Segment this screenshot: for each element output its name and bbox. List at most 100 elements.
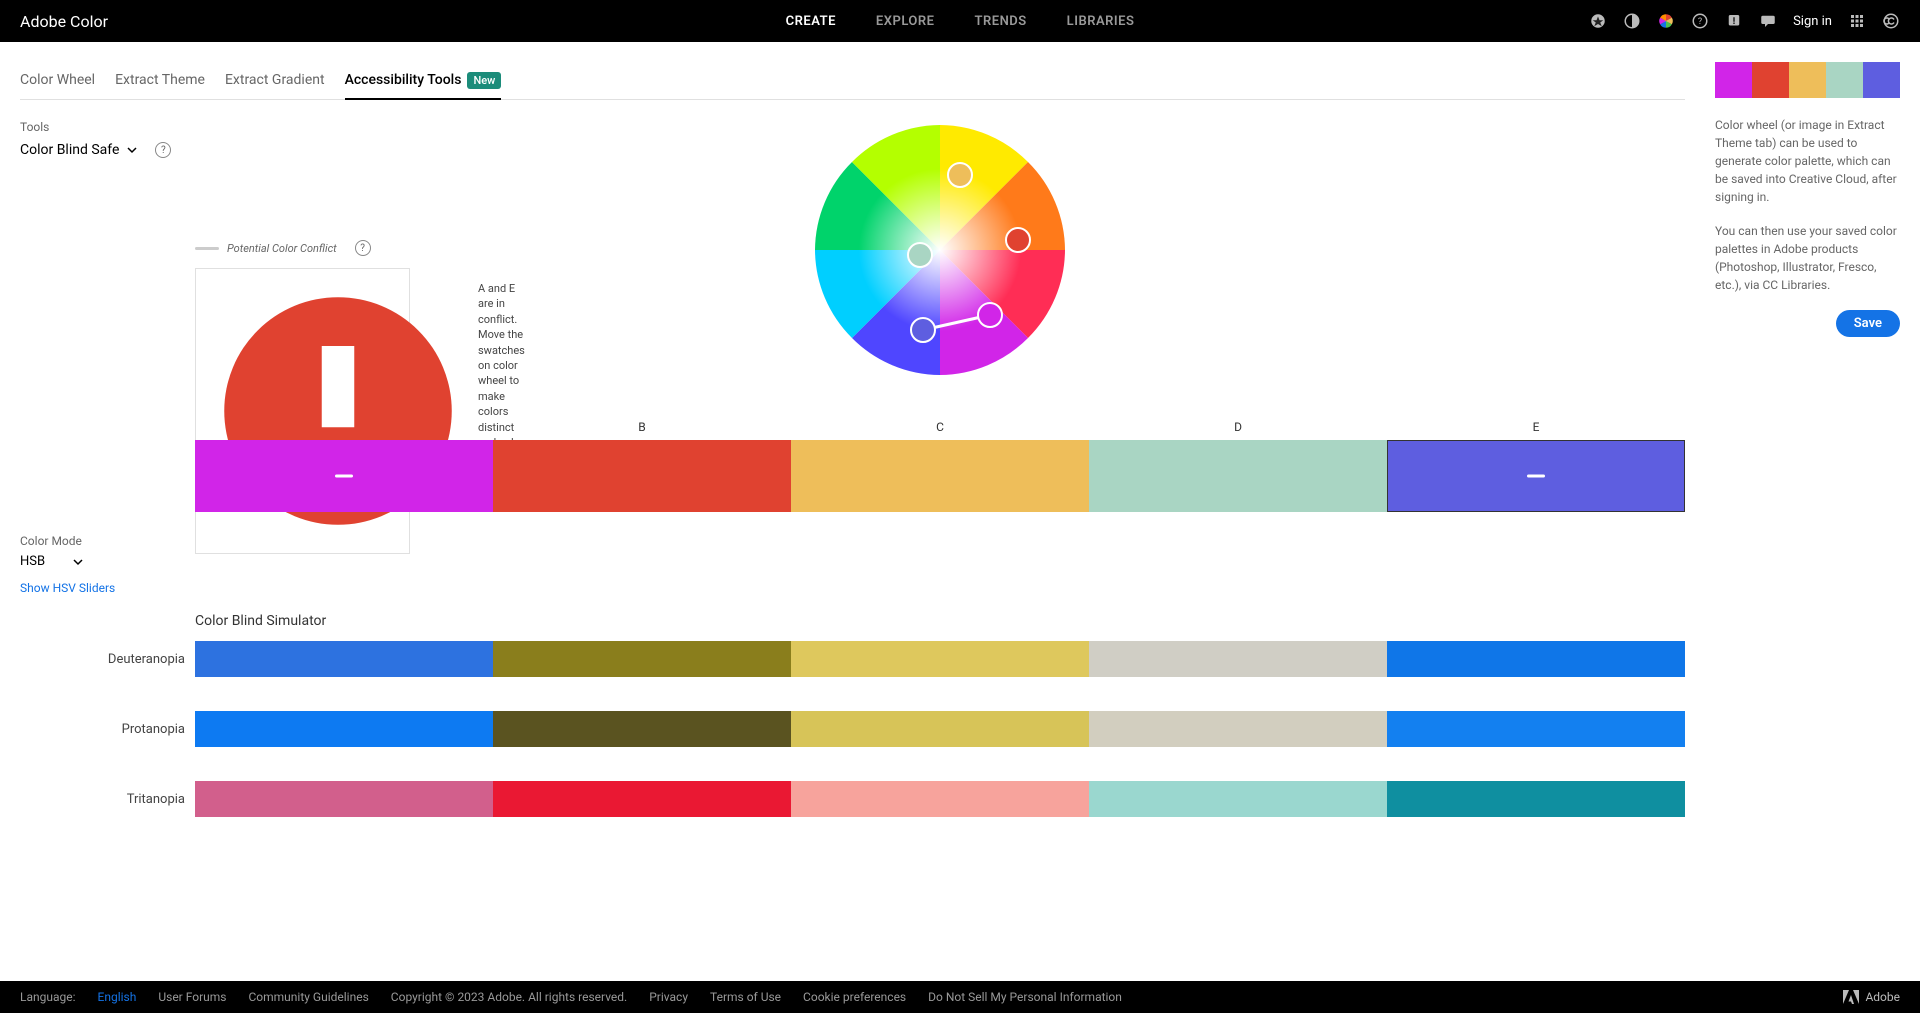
sim-swatch bbox=[1089, 641, 1387, 677]
sim-title: Color Blind Simulator bbox=[195, 613, 1685, 629]
color-wheel-svg[interactable] bbox=[810, 120, 1070, 380]
sim-row-tritanopia: Tritanopia bbox=[20, 781, 1685, 817]
subtab-color-wheel[interactable]: Color Wheel bbox=[20, 62, 95, 100]
mini-swatch bbox=[1863, 62, 1900, 98]
apps-icon[interactable] bbox=[1848, 12, 1866, 30]
subtab-extract-theme[interactable]: Extract Theme bbox=[115, 62, 205, 100]
sim-swatch bbox=[493, 641, 791, 677]
tools-label: Tools bbox=[20, 120, 195, 134]
color-wheel-icon[interactable] bbox=[1657, 12, 1675, 30]
side-text-1: Color wheel (or image in Extract Theme t… bbox=[1715, 116, 1900, 206]
tool-selected: Color Blind Safe bbox=[20, 142, 119, 158]
label-e: E bbox=[1387, 420, 1685, 434]
tool-dropdown[interactable]: Color Blind Safe ? bbox=[20, 142, 195, 158]
topbar-right: ? Sign in bbox=[1589, 12, 1900, 30]
chat-icon[interactable] bbox=[1759, 12, 1777, 30]
swatch-b[interactable] bbox=[493, 440, 791, 512]
sidebar: Color wheel (or image in Extract Theme t… bbox=[1715, 62, 1900, 981]
side-text-2: You can then use your saved color palett… bbox=[1715, 222, 1900, 294]
label-c: C bbox=[791, 420, 1089, 434]
tool-help-icon[interactable]: ? bbox=[155, 142, 171, 158]
nav-trends[interactable]: TRENDS bbox=[974, 14, 1026, 29]
main: Color Wheel Extract Theme Extract Gradie… bbox=[20, 62, 1685, 981]
sim-swatch bbox=[791, 711, 1089, 747]
signin-link[interactable]: Sign in bbox=[1793, 14, 1832, 29]
alert-icon[interactable] bbox=[1725, 12, 1743, 30]
svg-text:?: ? bbox=[1698, 17, 1702, 27]
brand: Adobe Color bbox=[20, 12, 108, 31]
mini-swatch bbox=[1826, 62, 1863, 98]
swatch-a[interactable] bbox=[195, 440, 493, 512]
nav-libraries[interactable]: LIBRARIES bbox=[1067, 14, 1135, 29]
star-icon[interactable] bbox=[1589, 12, 1607, 30]
label-b: B bbox=[493, 420, 791, 434]
sim-label: Deuteranopia bbox=[20, 652, 195, 667]
lang-link[interactable]: English bbox=[98, 990, 137, 1004]
footer-user-forums[interactable]: User Forums bbox=[158, 990, 226, 1004]
sim-swatch bbox=[493, 711, 791, 747]
save-button[interactable]: Save bbox=[1836, 310, 1900, 337]
conflict-dash-icon bbox=[1527, 475, 1545, 478]
sim-swatch bbox=[1089, 781, 1387, 817]
show-sliders-link[interactable]: Show HSV Sliders bbox=[20, 581, 195, 595]
content: Color Wheel Extract Theme Extract Gradie… bbox=[0, 42, 1920, 981]
sim-row-protanopia: Protanopia bbox=[20, 711, 1685, 747]
legend-help-icon[interactable]: ? bbox=[355, 240, 371, 256]
sim-label: Tritanopia bbox=[20, 792, 195, 807]
help-icon[interactable]: ? bbox=[1691, 12, 1709, 30]
footer-left: Language: English User Forums Community … bbox=[20, 990, 1122, 1004]
swatch-c[interactable] bbox=[791, 440, 1089, 512]
sim-rows: Deuteranopia Protanopia Tritanopia bbox=[20, 641, 1685, 817]
mini-swatch bbox=[1789, 62, 1826, 98]
footer-dns[interactable]: Do Not Sell My Personal Information bbox=[928, 990, 1122, 1004]
top-nav: CREATE EXPLORE TRENDS LIBRARIES bbox=[786, 14, 1135, 29]
main-swatches bbox=[195, 440, 1685, 512]
mini-palette bbox=[1715, 62, 1900, 98]
sim-row-deuteranopia: Deuteranopia bbox=[20, 641, 1685, 677]
wheel-handle-c[interactable] bbox=[948, 163, 972, 187]
mini-swatch bbox=[1752, 62, 1789, 98]
subtab-accessibility-label: Accessibility Tools bbox=[345, 72, 462, 88]
sim-swatch bbox=[1387, 711, 1685, 747]
footer-terms[interactable]: Terms of Use bbox=[710, 990, 781, 1004]
lang-label: Language: bbox=[20, 990, 76, 1004]
color-wheel[interactable]: Potential Color Conflict ? A and E are i… bbox=[195, 120, 1685, 400]
footer-community[interactable]: Community Guidelines bbox=[248, 990, 368, 1004]
legend-dash-icon bbox=[195, 247, 219, 250]
swatch-d[interactable] bbox=[1089, 440, 1387, 512]
wheel-handle-d[interactable] bbox=[908, 243, 932, 267]
sim-swatch bbox=[195, 641, 493, 677]
subtab-extract-gradient[interactable]: Extract Gradient bbox=[225, 62, 325, 100]
conflict-dash-icon bbox=[335, 475, 353, 478]
nav-create[interactable]: CREATE bbox=[786, 14, 836, 29]
subtabs: Color Wheel Extract Theme Extract Gradie… bbox=[20, 62, 1685, 100]
sim-swatch bbox=[791, 781, 1089, 817]
footer-cookies[interactable]: Cookie preferences bbox=[803, 990, 906, 1004]
contrast-icon[interactable] bbox=[1623, 12, 1641, 30]
topbar: Adobe Color CREATE EXPLORE TRENDS LIBRAR… bbox=[0, 0, 1920, 42]
wheel-handle-a[interactable] bbox=[978, 303, 1002, 327]
adobe-label: Adobe bbox=[1865, 990, 1900, 1004]
mode-dropdown[interactable]: HSB bbox=[20, 554, 195, 569]
mode-selected: HSB bbox=[20, 554, 45, 569]
sim-swatch bbox=[1089, 711, 1387, 747]
nav-explore[interactable]: EXPLORE bbox=[876, 14, 935, 29]
footer-copyright: Copyright © 2023 Adobe. All rights reser… bbox=[391, 990, 627, 1004]
sim-swatches bbox=[195, 711, 1685, 747]
adobe-logo-icon bbox=[1843, 990, 1859, 1004]
subtab-accessibility[interactable]: Accessibility Tools New bbox=[345, 62, 502, 100]
wheel-handle-b[interactable] bbox=[1006, 228, 1030, 252]
badge-new: New bbox=[467, 72, 501, 89]
tools-row: Tools Color Blind Safe ? Potential Color… bbox=[20, 120, 1685, 400]
sim-label: Protanopia bbox=[20, 722, 195, 737]
footer-privacy[interactable]: Privacy bbox=[649, 990, 688, 1004]
sim-swatch bbox=[791, 641, 1089, 677]
footer-right: Adobe bbox=[1843, 990, 1900, 1004]
sim-swatch bbox=[195, 711, 493, 747]
sim-swatch bbox=[1387, 641, 1685, 677]
swatch-e[interactable] bbox=[1387, 440, 1685, 512]
cc-icon[interactable] bbox=[1882, 12, 1900, 30]
wheel-handle-e[interactable] bbox=[911, 318, 935, 342]
legend-text: Potential Color Conflict bbox=[227, 242, 337, 255]
sim-swatch bbox=[195, 781, 493, 817]
